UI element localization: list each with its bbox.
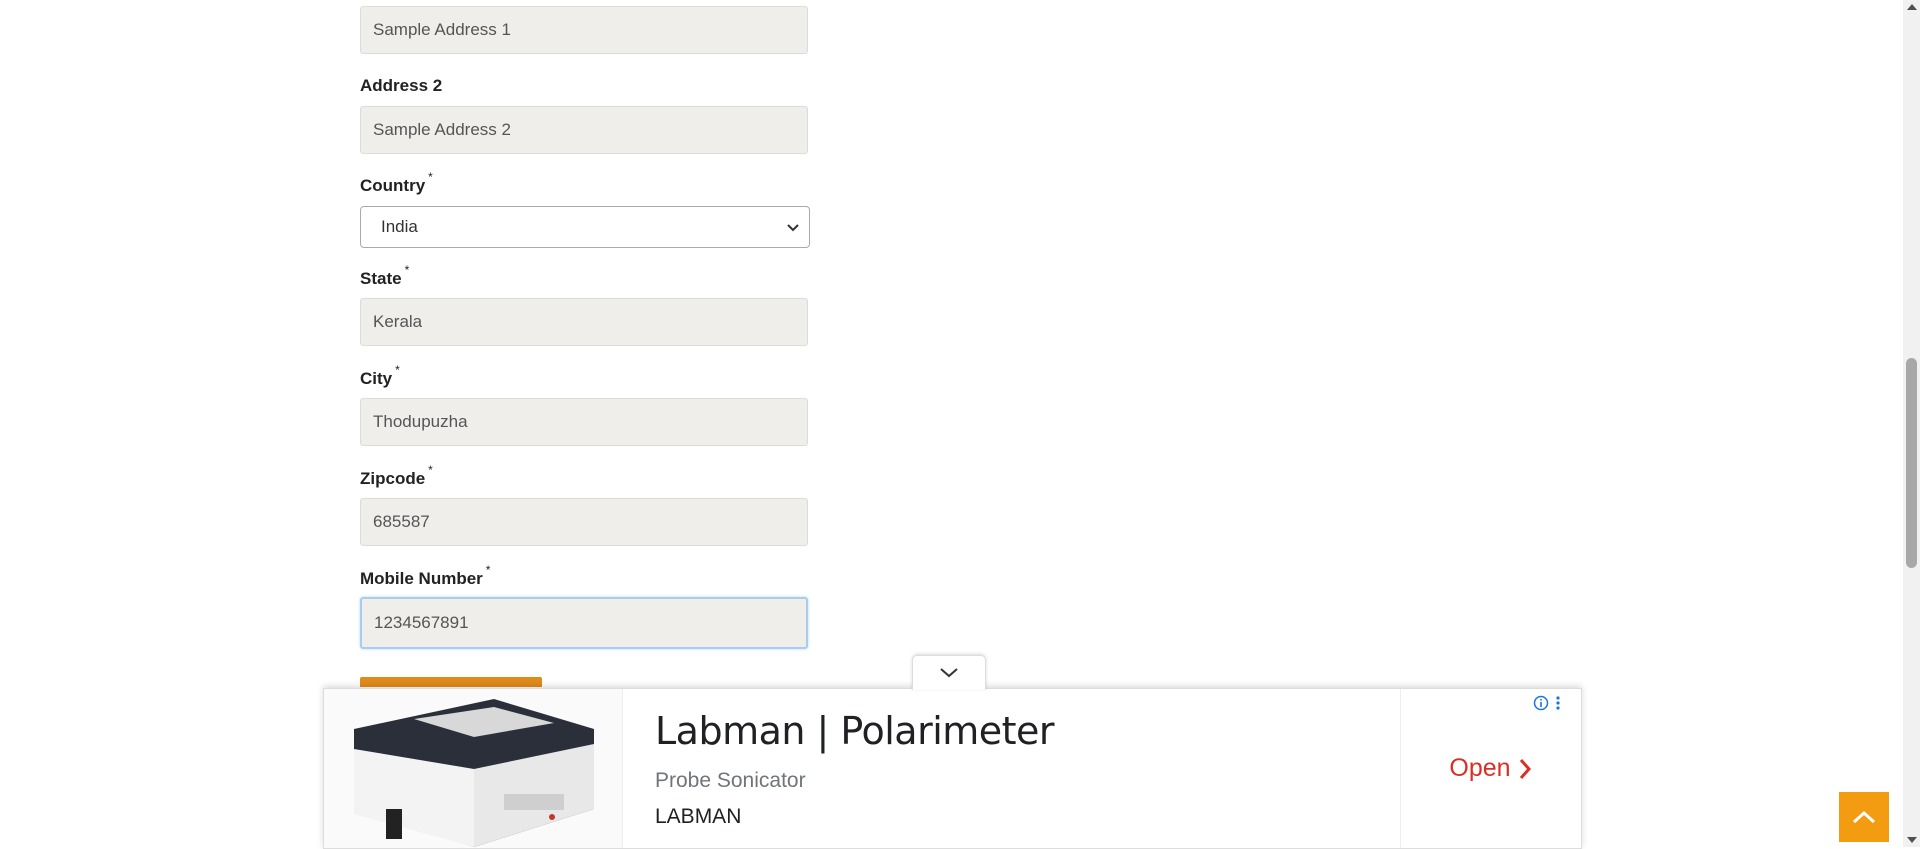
address2-input[interactable]: Sample Address 2 xyxy=(360,106,808,154)
scrollbar-thumb[interactable] xyxy=(1906,358,1917,568)
chevron-up-icon xyxy=(1852,810,1876,824)
city-input[interactable]: Thodupuzha xyxy=(360,398,808,446)
more-options-icon[interactable] xyxy=(1555,695,1561,711)
scroll-up-arrow-icon[interactable] xyxy=(1907,4,1917,10)
zipcode-input[interactable]: 685587 xyxy=(360,498,808,546)
country-select[interactable]: India xyxy=(360,206,810,248)
ad-title[interactable]: Labman | Polarimeter xyxy=(655,709,1368,753)
zipcode-label: Zipcode * xyxy=(360,463,433,488)
scroll-down-arrow-icon[interactable] xyxy=(1907,837,1917,843)
info-icon[interactable] xyxy=(1533,695,1549,711)
ad-banner[interactable]: Labman | Polarimeter Probe Sonicator LAB… xyxy=(323,688,1582,849)
state-label: State * xyxy=(360,263,410,288)
country-label: Country * xyxy=(360,170,433,195)
state-input[interactable]: Kerala xyxy=(360,298,808,346)
scroll-to-top-button[interactable] xyxy=(1839,792,1889,842)
chevron-down-icon xyxy=(940,668,958,678)
ad-brand: LABMAN xyxy=(655,805,742,828)
address1-input[interactable]: Sample Address 1 xyxy=(360,6,808,54)
submit-button[interactable] xyxy=(360,677,542,687)
city-label: City * xyxy=(360,363,400,388)
ad-info[interactable] xyxy=(1533,695,1561,711)
ad-product-image xyxy=(324,689,623,848)
mobile-input[interactable]: 1234567891 xyxy=(360,597,808,649)
page-scrollbar[interactable] xyxy=(1903,0,1920,847)
mobile-label: Mobile Number * xyxy=(360,563,491,588)
ad-subtitle: Probe Sonicator xyxy=(655,769,806,792)
chevron-right-icon xyxy=(1519,758,1531,779)
chevron-down-icon xyxy=(787,224,799,232)
collapse-ad-button[interactable] xyxy=(912,655,986,690)
ad-open-button[interactable]: Open xyxy=(1401,689,1581,848)
address2-label: Address 2 xyxy=(360,76,443,95)
